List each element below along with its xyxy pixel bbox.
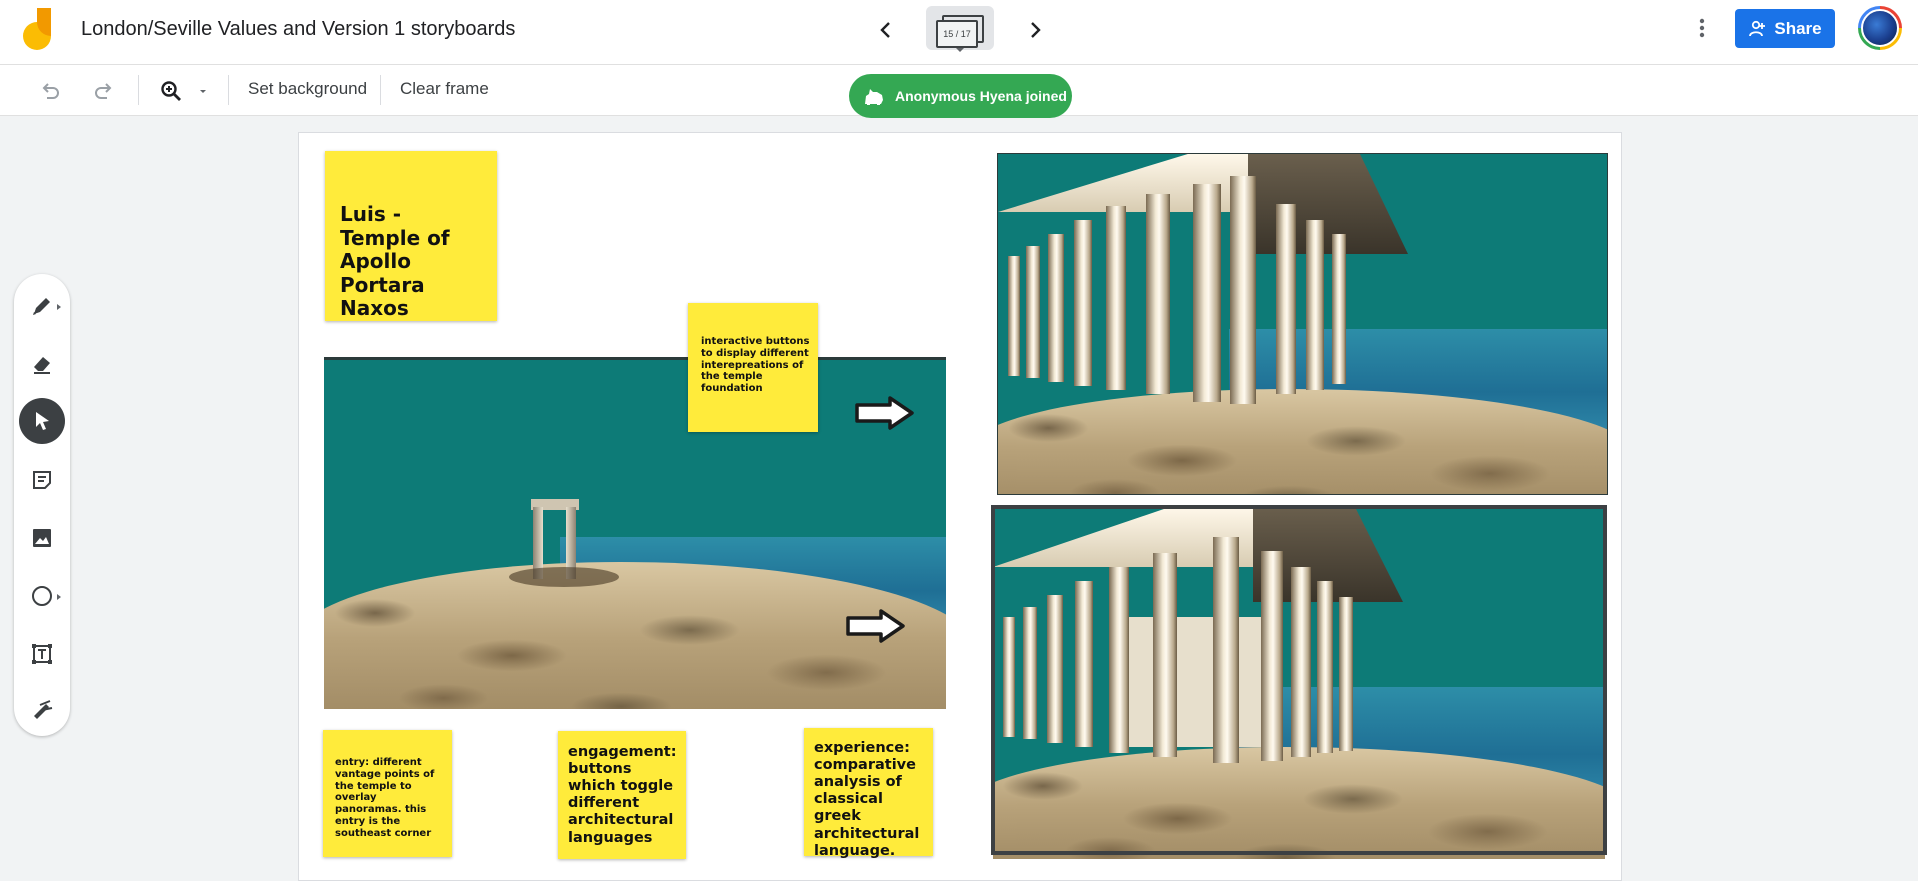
sticky-note-entry[interactable]: entry: different vantage points of the t… — [323, 730, 452, 857]
temple-column — [1153, 553, 1177, 757]
temple-reconstruction-image-top[interactable] — [997, 153, 1608, 495]
submenu-caret-icon — [57, 304, 61, 310]
temple-column — [1008, 256, 1020, 376]
sticky-note-buttons[interactable]: interactive buttons to display different… — [688, 303, 818, 432]
share-button[interactable]: Share — [1735, 9, 1835, 48]
temple-column — [1146, 194, 1170, 394]
temple-reconstruction-image-bottom[interactable] — [993, 507, 1605, 859]
clear-frame-button[interactable]: Clear frame — [400, 79, 489, 99]
zoom-in-icon — [161, 81, 181, 101]
tool-rail — [14, 274, 70, 736]
circle-icon — [32, 586, 52, 606]
redo-button[interactable] — [90, 77, 118, 105]
sticky-experience-text: experience: comparative analysis of clas… — [814, 740, 920, 859]
temple-column — [1026, 246, 1040, 378]
sticky-note-icon — [33, 471, 51, 489]
arrow-right-shape[interactable] — [854, 395, 916, 431]
next-frame-button[interactable] — [1020, 14, 1052, 46]
laser-tool[interactable] — [19, 688, 65, 734]
temple-column — [1023, 607, 1037, 739]
temple-column — [1276, 204, 1296, 394]
previous-frame-button[interactable] — [869, 14, 901, 46]
image-icon — [33, 529, 51, 547]
zoom-dropdown[interactable] — [194, 77, 212, 105]
temple-column — [1261, 551, 1283, 761]
document-title[interactable]: London/Seville Values and Version 1 stor… — [81, 18, 515, 41]
jamboard-logo — [22, 8, 56, 50]
sticky-buttons-text: interactive buttons to display different… — [701, 336, 810, 395]
temple-column — [1317, 581, 1333, 753]
sticky-note-title[interactable]: Luis - Temple of Apollo Portara Naxos — [325, 151, 497, 321]
text-box-tool[interactable] — [19, 631, 65, 677]
collaborator-joined-toast: Anonymous Hyena joined — [849, 74, 1072, 118]
temple-column — [1047, 595, 1063, 743]
text-box-icon — [32, 644, 52, 664]
caret-down-icon — [200, 90, 206, 93]
sticky-note-experience[interactable]: experience: comparative analysis of clas… — [804, 728, 933, 859]
sticky-title-text: Luis - Temple of Apollo Portara Naxos — [340, 202, 450, 321]
undo-icon — [42, 83, 59, 99]
temple-column — [1074, 220, 1092, 386]
toolbar-divider — [380, 75, 381, 105]
frame-counter: 15 / 17 — [936, 20, 978, 48]
kebab-menu-icon — [1699, 18, 1705, 38]
temple-column — [1048, 234, 1064, 382]
caret-down-icon — [956, 48, 964, 52]
pen-tool[interactable] — [19, 283, 65, 329]
redo-icon — [95, 83, 112, 99]
toolbar-divider — [228, 75, 229, 105]
image-tool[interactable] — [19, 515, 65, 561]
toolbar-divider — [138, 75, 139, 105]
eraser-tool[interactable] — [19, 341, 65, 387]
user-avatar[interactable] — [1858, 6, 1902, 50]
temple-column — [1291, 567, 1311, 757]
rocky-ground — [998, 389, 1607, 494]
temple-column — [1332, 234, 1346, 384]
pen-icon — [33, 298, 50, 315]
select-tool[interactable] — [19, 398, 65, 444]
chevron-right-icon — [1031, 22, 1041, 38]
temple-column — [1109, 567, 1129, 753]
select-pointer-icon — [36, 412, 49, 430]
shape-tool[interactable] — [19, 573, 65, 619]
temple-column — [1230, 176, 1256, 404]
hyena-animal-icon — [865, 89, 883, 105]
temple-cella-wall — [1113, 617, 1273, 747]
eraser-icon — [34, 357, 50, 374]
undo-button[interactable] — [36, 77, 64, 105]
temple-column — [1213, 537, 1239, 763]
set-background-button[interactable]: Set background — [248, 79, 367, 99]
rocky-ground — [993, 747, 1605, 859]
laser-icon — [34, 700, 53, 719]
temple-column — [1003, 617, 1015, 737]
app-header: London/Seville Values and Version 1 stor… — [0, 0, 1918, 65]
temple-column — [1075, 581, 1093, 747]
frame-bar-toggle[interactable]: 15 / 17 — [926, 6, 994, 52]
temple-column — [1193, 184, 1221, 402]
submenu-caret-icon — [57, 594, 61, 600]
arrow-right-shape[interactable] — [845, 608, 907, 644]
gate-rubble — [509, 567, 619, 587]
share-label: Share — [1774, 18, 1822, 38]
more-options-button[interactable] — [1690, 14, 1714, 42]
sticky-entry-text: entry: different vantage points of the t… — [335, 757, 435, 839]
sticky-note-tool[interactable] — [19, 457, 65, 503]
temple-column — [1106, 206, 1126, 390]
temple-column — [1306, 220, 1324, 390]
toast-text: Anonymous Hyena joined — [895, 88, 1067, 104]
zoom-button[interactable] — [157, 77, 185, 105]
jam-frame-canvas[interactable]: Luis - Temple of Apollo Portara Naxos in… — [298, 132, 1622, 881]
temple-column — [1339, 597, 1353, 751]
sticky-engagement-text: engagement: buttons which toggle differe… — [568, 744, 677, 846]
add-person-icon — [1749, 20, 1766, 36]
portara-panorama-image[interactable] — [324, 357, 946, 709]
sticky-note-engagement[interactable]: engagement: buttons which toggle differe… — [558, 731, 686, 859]
chevron-left-icon — [880, 22, 890, 38]
